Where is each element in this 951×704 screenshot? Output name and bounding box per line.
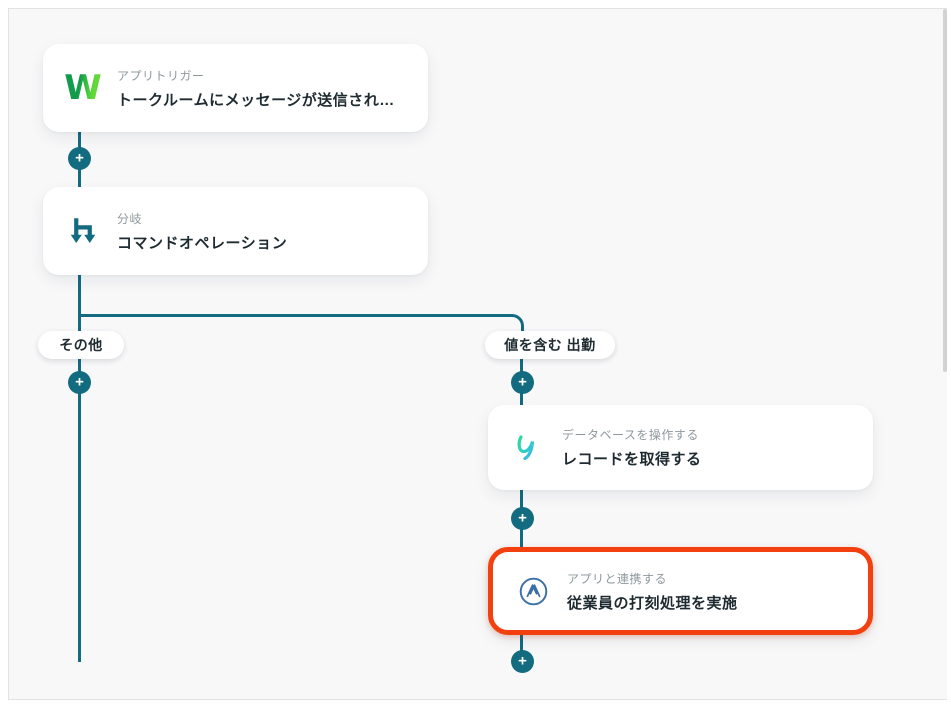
add-step-button[interactable]: + (68, 371, 91, 394)
lineworks-icon: W (64, 68, 102, 108)
branch-icon (63, 211, 103, 251)
workflow-canvas[interactable]: W アプリトリガー トークルームにメッセージが送信され… + 分岐 コマンドオペ… (8, 8, 947, 700)
node-category-label: 分岐 (117, 211, 143, 226)
plus-icon: + (75, 373, 84, 391)
node-title: 従業員の打刻処理を実施 (567, 594, 738, 612)
node-title: コマンドオペレーション (117, 234, 288, 252)
node-title: レコードを取得する (562, 451, 702, 468)
branch-label-text: 値を含む 出勤 (504, 337, 596, 353)
branch-label-text: その他 (59, 337, 103, 353)
branch-label-other[interactable]: その他 (38, 331, 124, 359)
add-step-button[interactable]: + (511, 507, 534, 530)
node-category-label: アプリトリガー (117, 68, 205, 83)
scrollbar-thumb[interactable] (943, 9, 947, 372)
add-step-button[interactable]: + (511, 650, 534, 673)
add-step-button[interactable]: + (511, 371, 534, 394)
akashi-icon (513, 571, 553, 611)
plus-icon: + (75, 149, 84, 167)
node-category-label: データベースを操作する (562, 428, 699, 442)
plus-icon: + (518, 509, 527, 527)
workflow-node-database[interactable]: データベースを操作する レコードを取得する (488, 405, 873, 490)
node-category-label: アプリと連携する (567, 571, 668, 586)
node-title: トークルームにメッセージが送信され… (117, 91, 395, 109)
branch-label-contains-value[interactable]: 値を含む 出勤 (485, 331, 615, 359)
workflow-node-branch[interactable]: 分岐 コマンドオペレーション (43, 187, 428, 275)
yoom-database-icon (508, 428, 548, 468)
workflow-node-trigger[interactable]: W アプリトリガー トークルームにメッセージが送信され… (43, 44, 428, 132)
workflow-node-app-integration[interactable]: アプリと連携する 従業員の打刻処理を実施 (488, 547, 873, 635)
plus-icon: + (518, 373, 527, 391)
add-step-button[interactable]: + (68, 147, 91, 170)
plus-icon: + (518, 652, 527, 670)
connector-branch-corner (78, 314, 524, 348)
